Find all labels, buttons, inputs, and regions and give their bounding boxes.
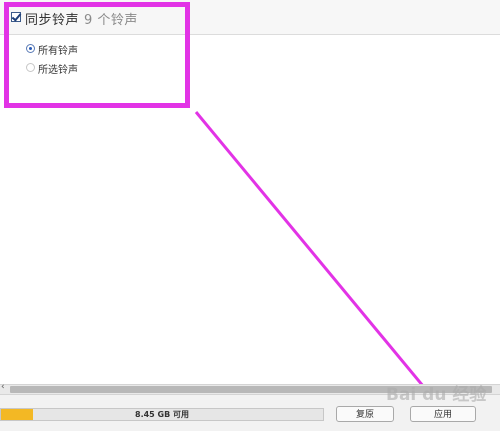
storage-capacity-bar: 8.45 GB 可用 xyxy=(0,408,324,421)
annotation-highlight-box xyxy=(4,2,190,108)
revert-button[interactable]: 复原 xyxy=(336,406,394,422)
apply-button[interactable]: 应用 xyxy=(410,406,476,422)
watermark: Bai du 经验 xyxy=(386,385,487,405)
scroll-left-icon[interactable]: ‹ xyxy=(1,382,5,392)
storage-available-label: 8.45 GB 可用 xyxy=(135,410,189,419)
